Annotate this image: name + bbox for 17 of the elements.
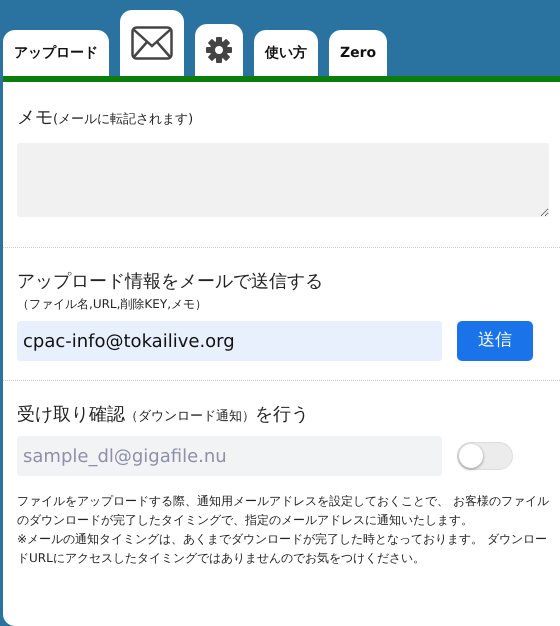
notify-toggle[interactable] [457, 442, 513, 470]
memo-field[interactable] [17, 143, 549, 217]
send-heading: アップロード情報をメールで送信する [17, 270, 324, 294]
notice-text: ファイルをアップロードする際、通知用メールアドレスを設定しておくことで、 お客様のファイルのダウンロードが完了したタイミングで、指定のメールアドレスに通知いたします。 [17, 493, 549, 529]
receipt-heading: 受け取り確認（ダウンロード通知）を行う [17, 403, 310, 427]
notice-text: ※メールの通知タイミングは、あくまでダウンロードが完了した時となっております。 ダウンロードURLにアクセスしたタイミングではありませんのでお気をつけください。 [17, 531, 548, 567]
tab[interactable] [195, 24, 243, 76]
send-button[interactable]: 送信 [457, 321, 533, 361]
memo-heading: メモ(メールに転記されます) [17, 106, 194, 130]
email-field[interactable]: cpac-info@tokailive.org [17, 321, 442, 361]
mail-icon [131, 26, 173, 60]
settings-icon [205, 36, 233, 64]
tab[interactable]: アップロード [3, 30, 109, 76]
send-note: （ファイル名,URL,削除KEY,メモ） [17, 296, 208, 313]
tab[interactable] [120, 10, 184, 76]
tab[interactable]: 使い方 [254, 30, 318, 76]
tab[interactable]: Zero [329, 30, 388, 76]
